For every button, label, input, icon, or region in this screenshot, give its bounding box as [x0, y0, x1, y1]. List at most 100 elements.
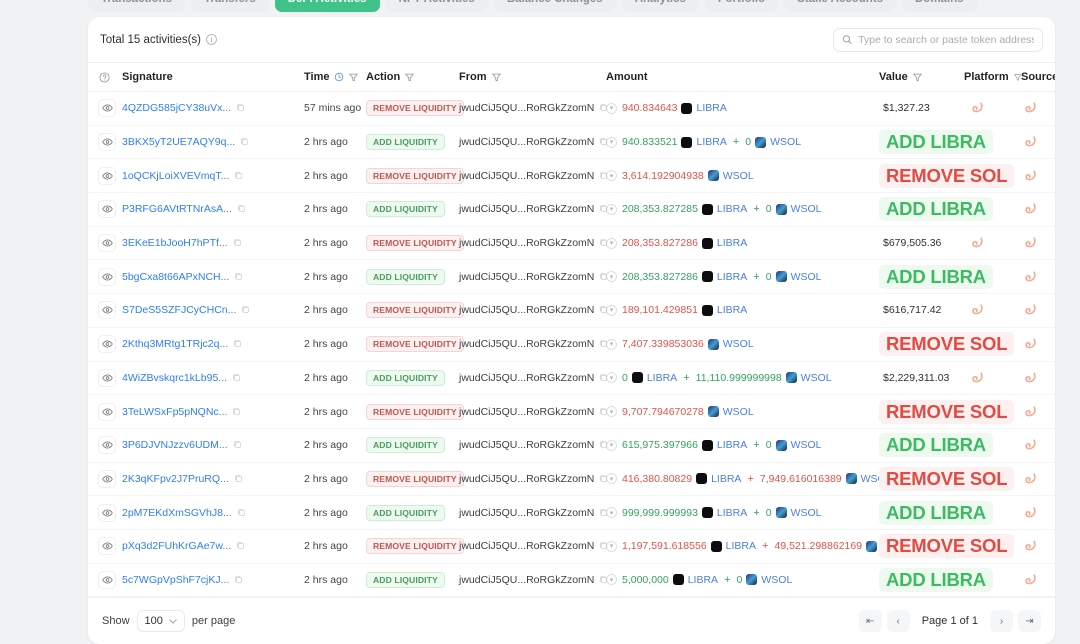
meteora-icon[interactable] [1025, 473, 1036, 485]
signature-link[interactable]: 1oQCKjLoiXVEVmqT... [122, 170, 229, 182]
table-row[interactable]: 2pM7EKdXmSGVhJ8... 2 hrs ago ADD LIQUIDITY… [88, 495, 1055, 530]
source-cell[interactable] [1021, 495, 1055, 530]
copy-icon[interactable] [599, 171, 608, 180]
token-symbol[interactable]: LIBRA [688, 574, 718, 586]
signature-cell[interactable]: 3EKeE1bJooH7hPTf... [122, 226, 304, 261]
signature-link[interactable]: P3RFG6AVtRTNrAsA... [122, 203, 232, 215]
source-cell[interactable] [1021, 91, 1055, 126]
row-expand-cell[interactable] [88, 293, 122, 328]
signature-cell[interactable]: 1oQCKjLoiXVEVmqT... [122, 158, 304, 194]
meteora-icon[interactable] [1025, 170, 1036, 182]
signature-cell[interactable]: 4QZDG585jCY38uVx... [122, 91, 304, 126]
row-expand-button[interactable] [98, 267, 116, 286]
filter-icon[interactable] [491, 73, 501, 82]
help-circle-icon[interactable] [99, 71, 110, 83]
signature-link[interactable]: S7DeS5SZFJCyCHCn... [122, 304, 236, 316]
signature-cell[interactable]: 3P6DJVNJzzv6UDM... [122, 428, 304, 463]
copy-icon[interactable] [234, 474, 243, 483]
table-row[interactable]: 2Kthq3MRtg1TRjc2q... 2 hrs ago REMOVE LIQU… [88, 327, 1055, 362]
source-cell[interactable] [1021, 529, 1055, 564]
token-symbol[interactable]: WSOL [723, 170, 754, 182]
source-cell[interactable] [1021, 462, 1055, 497]
meteora-icon[interactable] [1025, 439, 1036, 451]
copy-icon[interactable] [599, 103, 608, 112]
row-expand-button[interactable] [98, 537, 116, 556]
signature-cell[interactable]: 5bgCxa8t66APxNCH... [122, 259, 304, 295]
source-cell[interactable] [1021, 226, 1055, 261]
row-expand-cell[interactable] [88, 327, 122, 362]
from-cell[interactable]: jwudCiJ5QU...RoRGkZzomN [459, 158, 608, 194]
defi-tab-strip[interactable]: Transactions Transfers DeFi Activities NFT … [88, 0, 977, 12]
token-symbol[interactable]: LIBRA [717, 271, 747, 283]
copy-icon[interactable] [599, 238, 608, 247]
eye-icon[interactable] [101, 542, 113, 550]
eye-icon[interactable] [101, 408, 113, 416]
row-expand-cell[interactable] [88, 563, 122, 598]
from-cell[interactable]: jwudCiJ5QU...RoRGkZzomN [459, 495, 608, 530]
source-cell[interactable] [1021, 158, 1055, 194]
platform-cell[interactable] [964, 226, 1021, 261]
from-cell[interactable]: jwudCiJ5QU...RoRGkZzomN [459, 361, 608, 396]
copy-icon[interactable] [233, 238, 242, 247]
meteora-icon[interactable] [1025, 540, 1036, 552]
first-page-button[interactable]: ⇤ [858, 610, 882, 632]
token-symbol[interactable]: WSOL [791, 271, 822, 283]
meteora-icon[interactable] [1025, 372, 1036, 384]
eye-icon[interactable] [101, 273, 113, 281]
token-symbol[interactable]: LIBRA [717, 507, 747, 519]
eye-icon[interactable] [101, 509, 113, 517]
row-expand-cell[interactable] [88, 462, 122, 497]
tab-domains[interactable]: Domains [901, 0, 977, 12]
token-symbol[interactable]: LIBRA [717, 304, 747, 316]
row-expand-button[interactable] [98, 570, 116, 589]
signature-cell[interactable]: 3BKX5yT2UE7AQY9q... [122, 125, 304, 160]
source-cell[interactable] [1021, 394, 1055, 429]
row-expand-cell[interactable] [88, 91, 122, 126]
token-symbol[interactable]: LIBRA [696, 102, 726, 114]
meteora-icon[interactable] [1025, 237, 1036, 249]
table-row[interactable]: 4WiZBvskqrc1kLb95... 2 hrs ago ADD LIQUIDI… [88, 361, 1055, 396]
tab-portfolio[interactable]: Portfolio [704, 0, 779, 12]
copy-icon[interactable] [599, 272, 608, 281]
from-cell[interactable]: jwudCiJ5QU...RoRGkZzomN [459, 192, 608, 227]
meteora-icon[interactable] [1025, 102, 1036, 114]
meteora-icon[interactable] [1025, 405, 1036, 418]
column-header-value[interactable]: Value [879, 62, 964, 92]
copy-icon[interactable] [599, 137, 608, 146]
token-symbol[interactable]: LIBRA [696, 136, 726, 148]
next-page-button[interactable]: › [990, 610, 1013, 632]
copy-icon[interactable] [233, 440, 242, 449]
signature-cell[interactable]: 4WiZBvskqrc1kLb95... [122, 361, 304, 396]
eye-icon[interactable] [101, 340, 113, 348]
copy-icon[interactable] [599, 407, 608, 416]
eye-icon[interactable] [101, 306, 113, 314]
tab-stake-accounts[interactable]: Stake Accounts [784, 0, 896, 12]
copy-icon[interactable] [599, 305, 608, 314]
row-expand-cell[interactable] [88, 394, 122, 429]
meteora-icon[interactable] [972, 102, 983, 114]
row-expand-button[interactable] [98, 99, 116, 118]
signature-link[interactable]: 4WiZBvskqrc1kLb95... [122, 372, 227, 384]
eye-icon[interactable] [101, 138, 113, 146]
row-expand-button[interactable] [98, 166, 116, 185]
token-symbol[interactable]: LIBRA [717, 203, 747, 215]
tab-nft-activities[interactable]: NFT Activities [385, 0, 488, 12]
copy-icon[interactable] [599, 440, 608, 449]
signature-link[interactable]: 3EKeE1bJooH7hPTf... [122, 237, 228, 249]
signature-cell[interactable]: pXq3d2FUhKrGAe7w... [122, 529, 304, 564]
copy-icon[interactable] [599, 373, 608, 382]
signature-link[interactable]: 3BKX5yT2UE7AQY9q... [122, 136, 235, 148]
row-expand-button[interactable] [98, 503, 116, 522]
copy-icon[interactable] [237, 508, 246, 517]
prev-page-button[interactable]: ‹ [886, 610, 910, 632]
meteora-icon[interactable] [1025, 507, 1036, 519]
signature-link[interactable]: pXq3d2FUhKrGAe7w... [122, 540, 231, 552]
table-row[interactable]: 3BKX5yT2UE7AQY9q... 2 hrs ago ADD LIQUIDIT… [88, 125, 1055, 160]
meteora-icon[interactable] [1025, 304, 1036, 316]
token-symbol[interactable]: WSOL [723, 338, 754, 350]
meteora-icon[interactable] [972, 237, 983, 249]
row-expand-button[interactable] [98, 368, 116, 387]
row-expand-button[interactable] [98, 402, 116, 421]
token-symbol[interactable]: WSOL [791, 203, 822, 215]
copy-icon[interactable] [236, 541, 245, 550]
